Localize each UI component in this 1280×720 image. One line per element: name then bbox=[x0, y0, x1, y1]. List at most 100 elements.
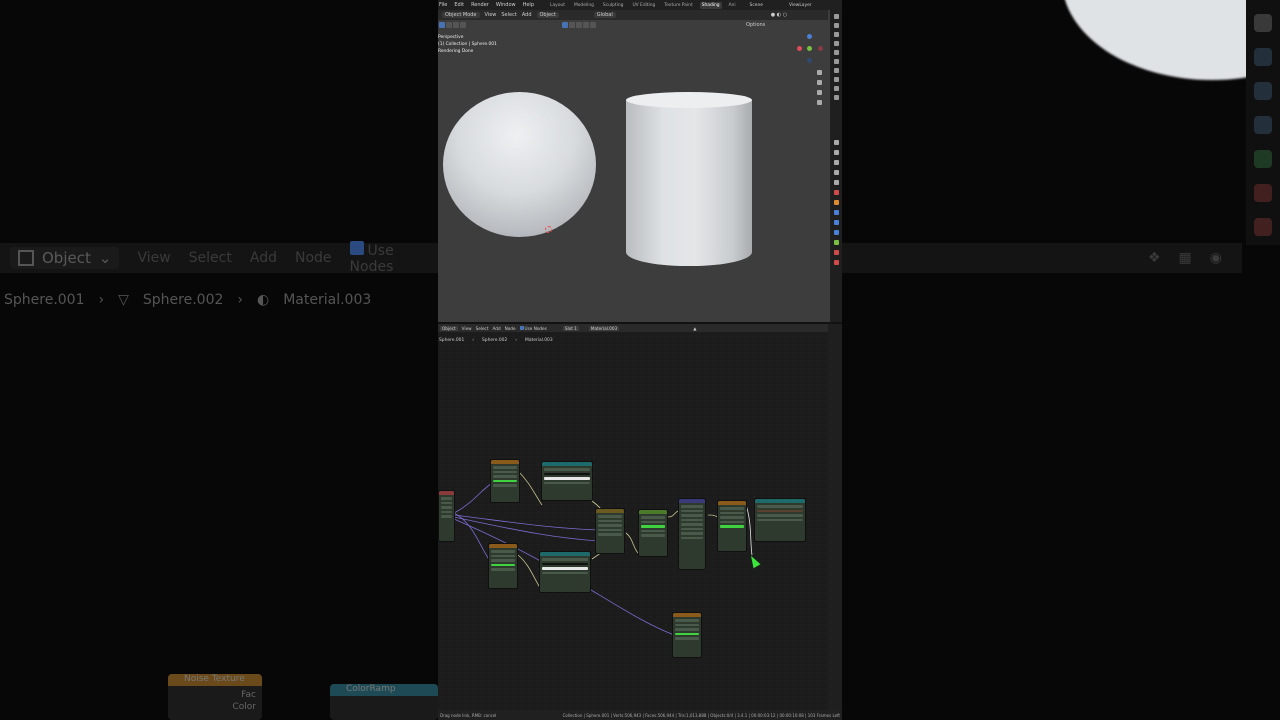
output-icon[interactable] bbox=[834, 160, 839, 165]
viewport-menu-view[interactable]: View bbox=[485, 12, 497, 18]
menu-help[interactable]: Help bbox=[523, 2, 534, 8]
render-icon[interactable] bbox=[834, 150, 839, 155]
axis-y-icon[interactable] bbox=[807, 46, 812, 51]
menu-render[interactable]: Render bbox=[471, 2, 489, 8]
pivot-icon[interactable] bbox=[562, 22, 568, 28]
use-nodes-toggle[interactable]: Use Nodes bbox=[519, 325, 547, 331]
tab-uv-editing[interactable]: UV Editing bbox=[630, 2, 657, 9]
navigation-gizmo[interactable] bbox=[794, 32, 824, 72]
snap-target-icon[interactable] bbox=[583, 22, 589, 28]
slot-dropdown[interactable]: Slot 1 bbox=[562, 325, 579, 331]
viewport-menu-add[interactable]: Add bbox=[522, 12, 532, 18]
main-menu: File Edit Render Window Help bbox=[438, 2, 534, 8]
node-link[interactable] bbox=[453, 482, 493, 514]
tab-layout[interactable]: Layout bbox=[548, 2, 567, 9]
camera-icon[interactable] bbox=[833, 59, 839, 64]
shader-node-editor[interactable] bbox=[438, 333, 828, 710]
colorramp-node[interactable] bbox=[539, 551, 591, 593]
select-mode-icon[interactable] bbox=[446, 22, 452, 28]
search-icon[interactable] bbox=[590, 22, 596, 28]
grid-icon[interactable] bbox=[817, 100, 822, 105]
colorramp-node[interactable] bbox=[754, 498, 806, 542]
camera-icon[interactable] bbox=[833, 23, 839, 28]
tab-shading[interactable]: Shading bbox=[699, 1, 722, 9]
pin-icon[interactable]: ▲ bbox=[693, 326, 696, 331]
select-mode-icon[interactable] bbox=[460, 22, 466, 28]
zoom-icon[interactable] bbox=[817, 70, 822, 75]
transform-orientation-dropdown[interactable]: Global bbox=[593, 12, 616, 18]
physics-icon[interactable] bbox=[834, 230, 839, 235]
options-dropdown[interactable]: Options bbox=[746, 22, 765, 28]
menu-window[interactable]: Window bbox=[496, 2, 516, 8]
modifier-icon[interactable] bbox=[834, 210, 839, 215]
node-link[interactable] bbox=[667, 510, 679, 518]
camera-icon[interactable] bbox=[817, 90, 822, 95]
viewport-menu-object[interactable]: Object bbox=[536, 12, 559, 18]
world-icon[interactable] bbox=[834, 190, 839, 195]
node-link[interactable] bbox=[517, 470, 543, 506]
camera-icon[interactable] bbox=[833, 50, 839, 55]
select-mode-icon[interactable] bbox=[453, 22, 459, 28]
solid-shading-icon[interactable]: ● bbox=[771, 12, 775, 18]
scene-icon[interactable] bbox=[834, 180, 839, 185]
chevron-right-icon: › bbox=[237, 292, 243, 308]
noise-texture-node[interactable] bbox=[488, 543, 518, 589]
tool-icon[interactable] bbox=[834, 140, 839, 145]
node-menu-add[interactable]: Add bbox=[493, 326, 501, 331]
object-icon[interactable] bbox=[834, 200, 839, 205]
node-menu-select[interactable]: Select bbox=[476, 326, 489, 331]
snap-icon[interactable] bbox=[569, 22, 575, 28]
viewport-menu-select[interactable]: Select bbox=[501, 12, 516, 18]
scene-selector[interactable]: Scene bbox=[750, 3, 763, 8]
pan-hand-icon[interactable] bbox=[817, 80, 822, 85]
tab-modeling[interactable]: Modeling bbox=[572, 2, 596, 9]
camera-icon[interactable] bbox=[833, 95, 839, 100]
mix-shader-node[interactable] bbox=[638, 509, 668, 557]
node-menu-view[interactable]: View bbox=[462, 326, 472, 331]
camera-icon[interactable] bbox=[833, 14, 839, 19]
material-icon[interactable] bbox=[834, 250, 839, 255]
texture-coordinate-node[interactable] bbox=[438, 490, 455, 542]
camera-icon[interactable] bbox=[833, 86, 839, 91]
camera-icon[interactable] bbox=[833, 41, 839, 46]
uv-sphere-object[interactable] bbox=[443, 92, 596, 237]
rendered-shading-icon[interactable]: ○ bbox=[783, 12, 787, 18]
particles-icon[interactable] bbox=[834, 220, 839, 225]
axis-x-icon[interactable] bbox=[797, 46, 802, 51]
tab-animation[interactable]: Ani bbox=[727, 2, 738, 9]
axis-neg-z-icon[interactable] bbox=[807, 58, 812, 63]
proportional-edit-icon[interactable] bbox=[576, 22, 582, 28]
menu-file[interactable]: File bbox=[439, 2, 447, 8]
data-icon[interactable] bbox=[834, 240, 839, 245]
view-layer-icon[interactable] bbox=[834, 170, 839, 175]
tab-sculpting[interactable]: Sculpting bbox=[601, 2, 626, 9]
tab-texture-paint[interactable]: Texture Paint bbox=[662, 2, 694, 9]
axis-neg-x-icon[interactable] bbox=[818, 46, 823, 51]
noise-texture-node[interactable] bbox=[672, 612, 702, 658]
cylinder-object[interactable] bbox=[626, 92, 752, 274]
data-icon bbox=[1254, 150, 1272, 168]
object-mode-dropdown[interactable]: Object Mode bbox=[442, 12, 480, 18]
colorramp-node[interactable] bbox=[541, 461, 593, 501]
camera-icon[interactable] bbox=[833, 32, 839, 37]
noise-texture-node[interactable] bbox=[490, 459, 520, 503]
material-selector[interactable]: Material.003 bbox=[588, 325, 620, 331]
node-link[interactable] bbox=[625, 532, 639, 554]
view-layer-selector[interactable]: ViewLayer bbox=[789, 3, 812, 8]
viewport-header: Object Mode View Select Add Object Globa… bbox=[438, 10, 828, 20]
3d-viewport[interactable]: Object Mode View Select Add Object Globa… bbox=[438, 10, 842, 322]
menu-edit[interactable]: Edit bbox=[454, 2, 464, 8]
material-preview-icon[interactable]: ◐ bbox=[777, 12, 781, 18]
editor-mode-dropdown[interactable]: Object bbox=[440, 325, 458, 331]
camera-icon[interactable] bbox=[833, 68, 839, 73]
axis-z-icon[interactable] bbox=[807, 34, 812, 39]
texture-icon[interactable] bbox=[834, 260, 839, 265]
camera-icon[interactable] bbox=[833, 77, 839, 82]
node-link[interactable] bbox=[453, 514, 599, 531]
node-menu-node[interactable]: Node bbox=[505, 326, 516, 331]
select-box-icon[interactable] bbox=[439, 22, 445, 28]
mapping-node[interactable] bbox=[678, 498, 706, 570]
node-link[interactable] bbox=[453, 512, 491, 562]
noise-texture-node[interactable] bbox=[717, 500, 747, 552]
mix-color-node[interactable] bbox=[595, 508, 625, 554]
